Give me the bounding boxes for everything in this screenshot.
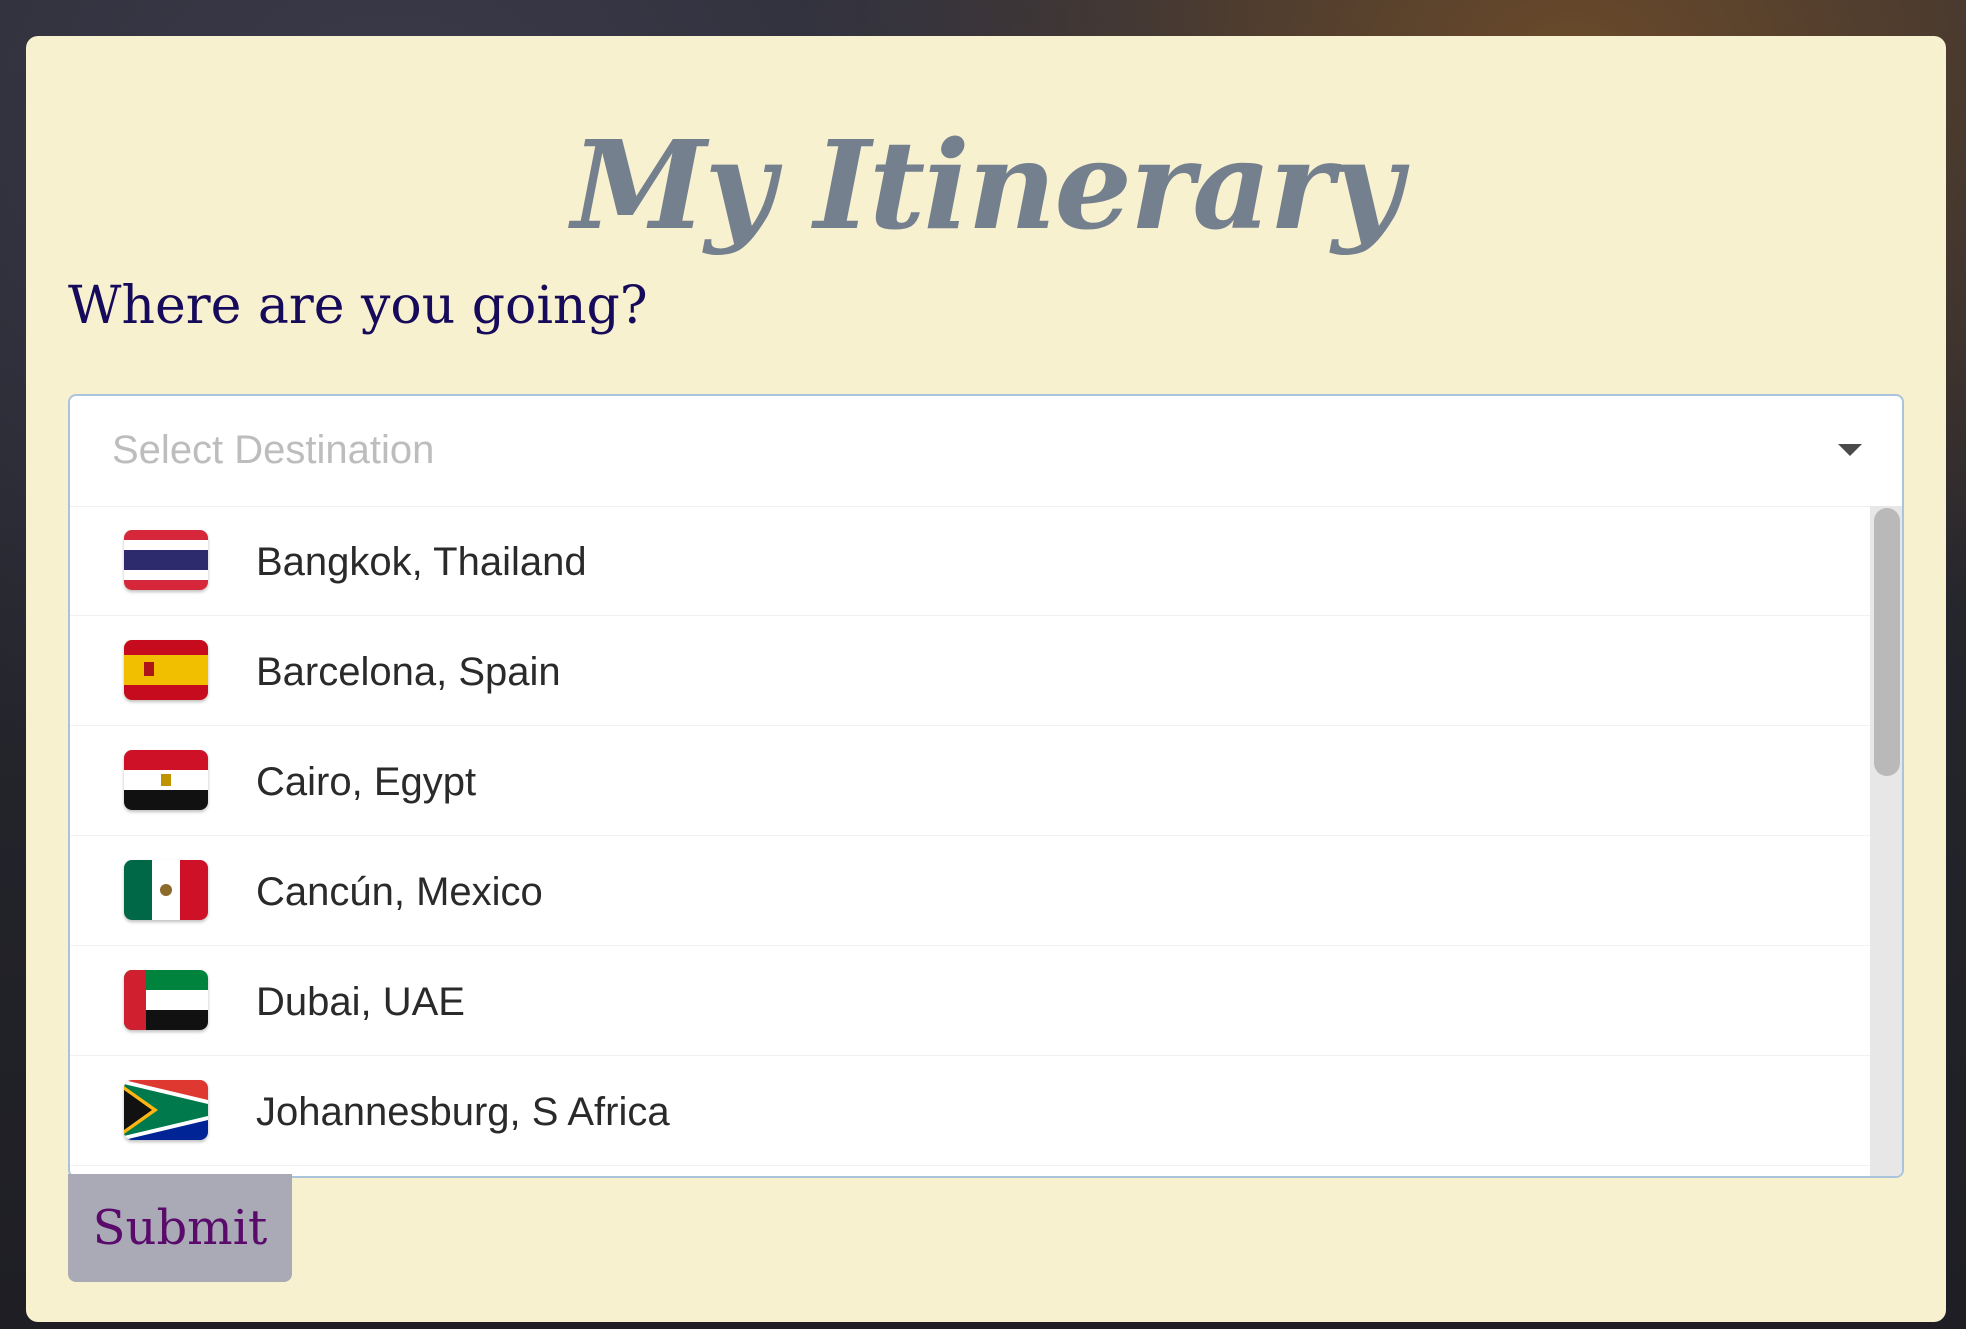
page-title: My Itinerary bbox=[571, 113, 1403, 257]
destination-dropdown-menu: Bangkok, Thailand Barcelona, Spain Cairo… bbox=[70, 506, 1870, 1176]
destination-option-barcelona[interactable]: Barcelona, Spain bbox=[70, 616, 1870, 726]
thailand-flag-icon bbox=[124, 530, 208, 590]
submit-button[interactable]: Submit bbox=[68, 1174, 292, 1282]
destination-option-label: Bangkok, Thailand bbox=[256, 540, 587, 584]
spain-flag-icon bbox=[124, 640, 208, 700]
mexico-flag-icon bbox=[124, 860, 208, 920]
destination-option-cancun[interactable]: Cancún, Mexico bbox=[70, 836, 1870, 946]
destination-option-dubai[interactable]: Dubai, UAE bbox=[70, 946, 1870, 1056]
destination-option-label: Cairo, Egypt bbox=[256, 760, 477, 804]
destination-select-placeholder: Select Destination bbox=[112, 428, 435, 472]
itinerary-card: My Itinerary Where are you going? Select… bbox=[26, 36, 1946, 1322]
south-africa-flag-icon bbox=[124, 1080, 208, 1140]
destination-question-label: Where are you going? bbox=[68, 276, 648, 336]
uae-flag-icon bbox=[124, 970, 208, 1030]
egypt-flag-icon bbox=[124, 750, 208, 810]
destination-option-label: Cancún, Mexico bbox=[256, 870, 543, 914]
destination-option-label: Dubai, UAE bbox=[256, 980, 465, 1024]
destination-option-label: Barcelona, Spain bbox=[256, 650, 561, 694]
destination-option-label: Johannesburg, S Africa bbox=[256, 1090, 670, 1134]
destination-option-johannesburg[interactable]: Johannesburg, S Africa bbox=[70, 1056, 1870, 1166]
destination-option-bangkok[interactable]: Bangkok, Thailand bbox=[70, 506, 1870, 616]
destination-select-control[interactable]: Select Destination bbox=[70, 396, 1902, 507]
chevron-down-icon[interactable] bbox=[1838, 444, 1862, 456]
destination-select[interactable]: Select Destination Bangkok, Thailand Bar… bbox=[68, 394, 1904, 1178]
destination-option-cairo[interactable]: Cairo, Egypt bbox=[70, 726, 1870, 836]
dropdown-scrollbar[interactable] bbox=[1870, 506, 1902, 1176]
dropdown-scroll-thumb[interactable] bbox=[1874, 508, 1900, 776]
